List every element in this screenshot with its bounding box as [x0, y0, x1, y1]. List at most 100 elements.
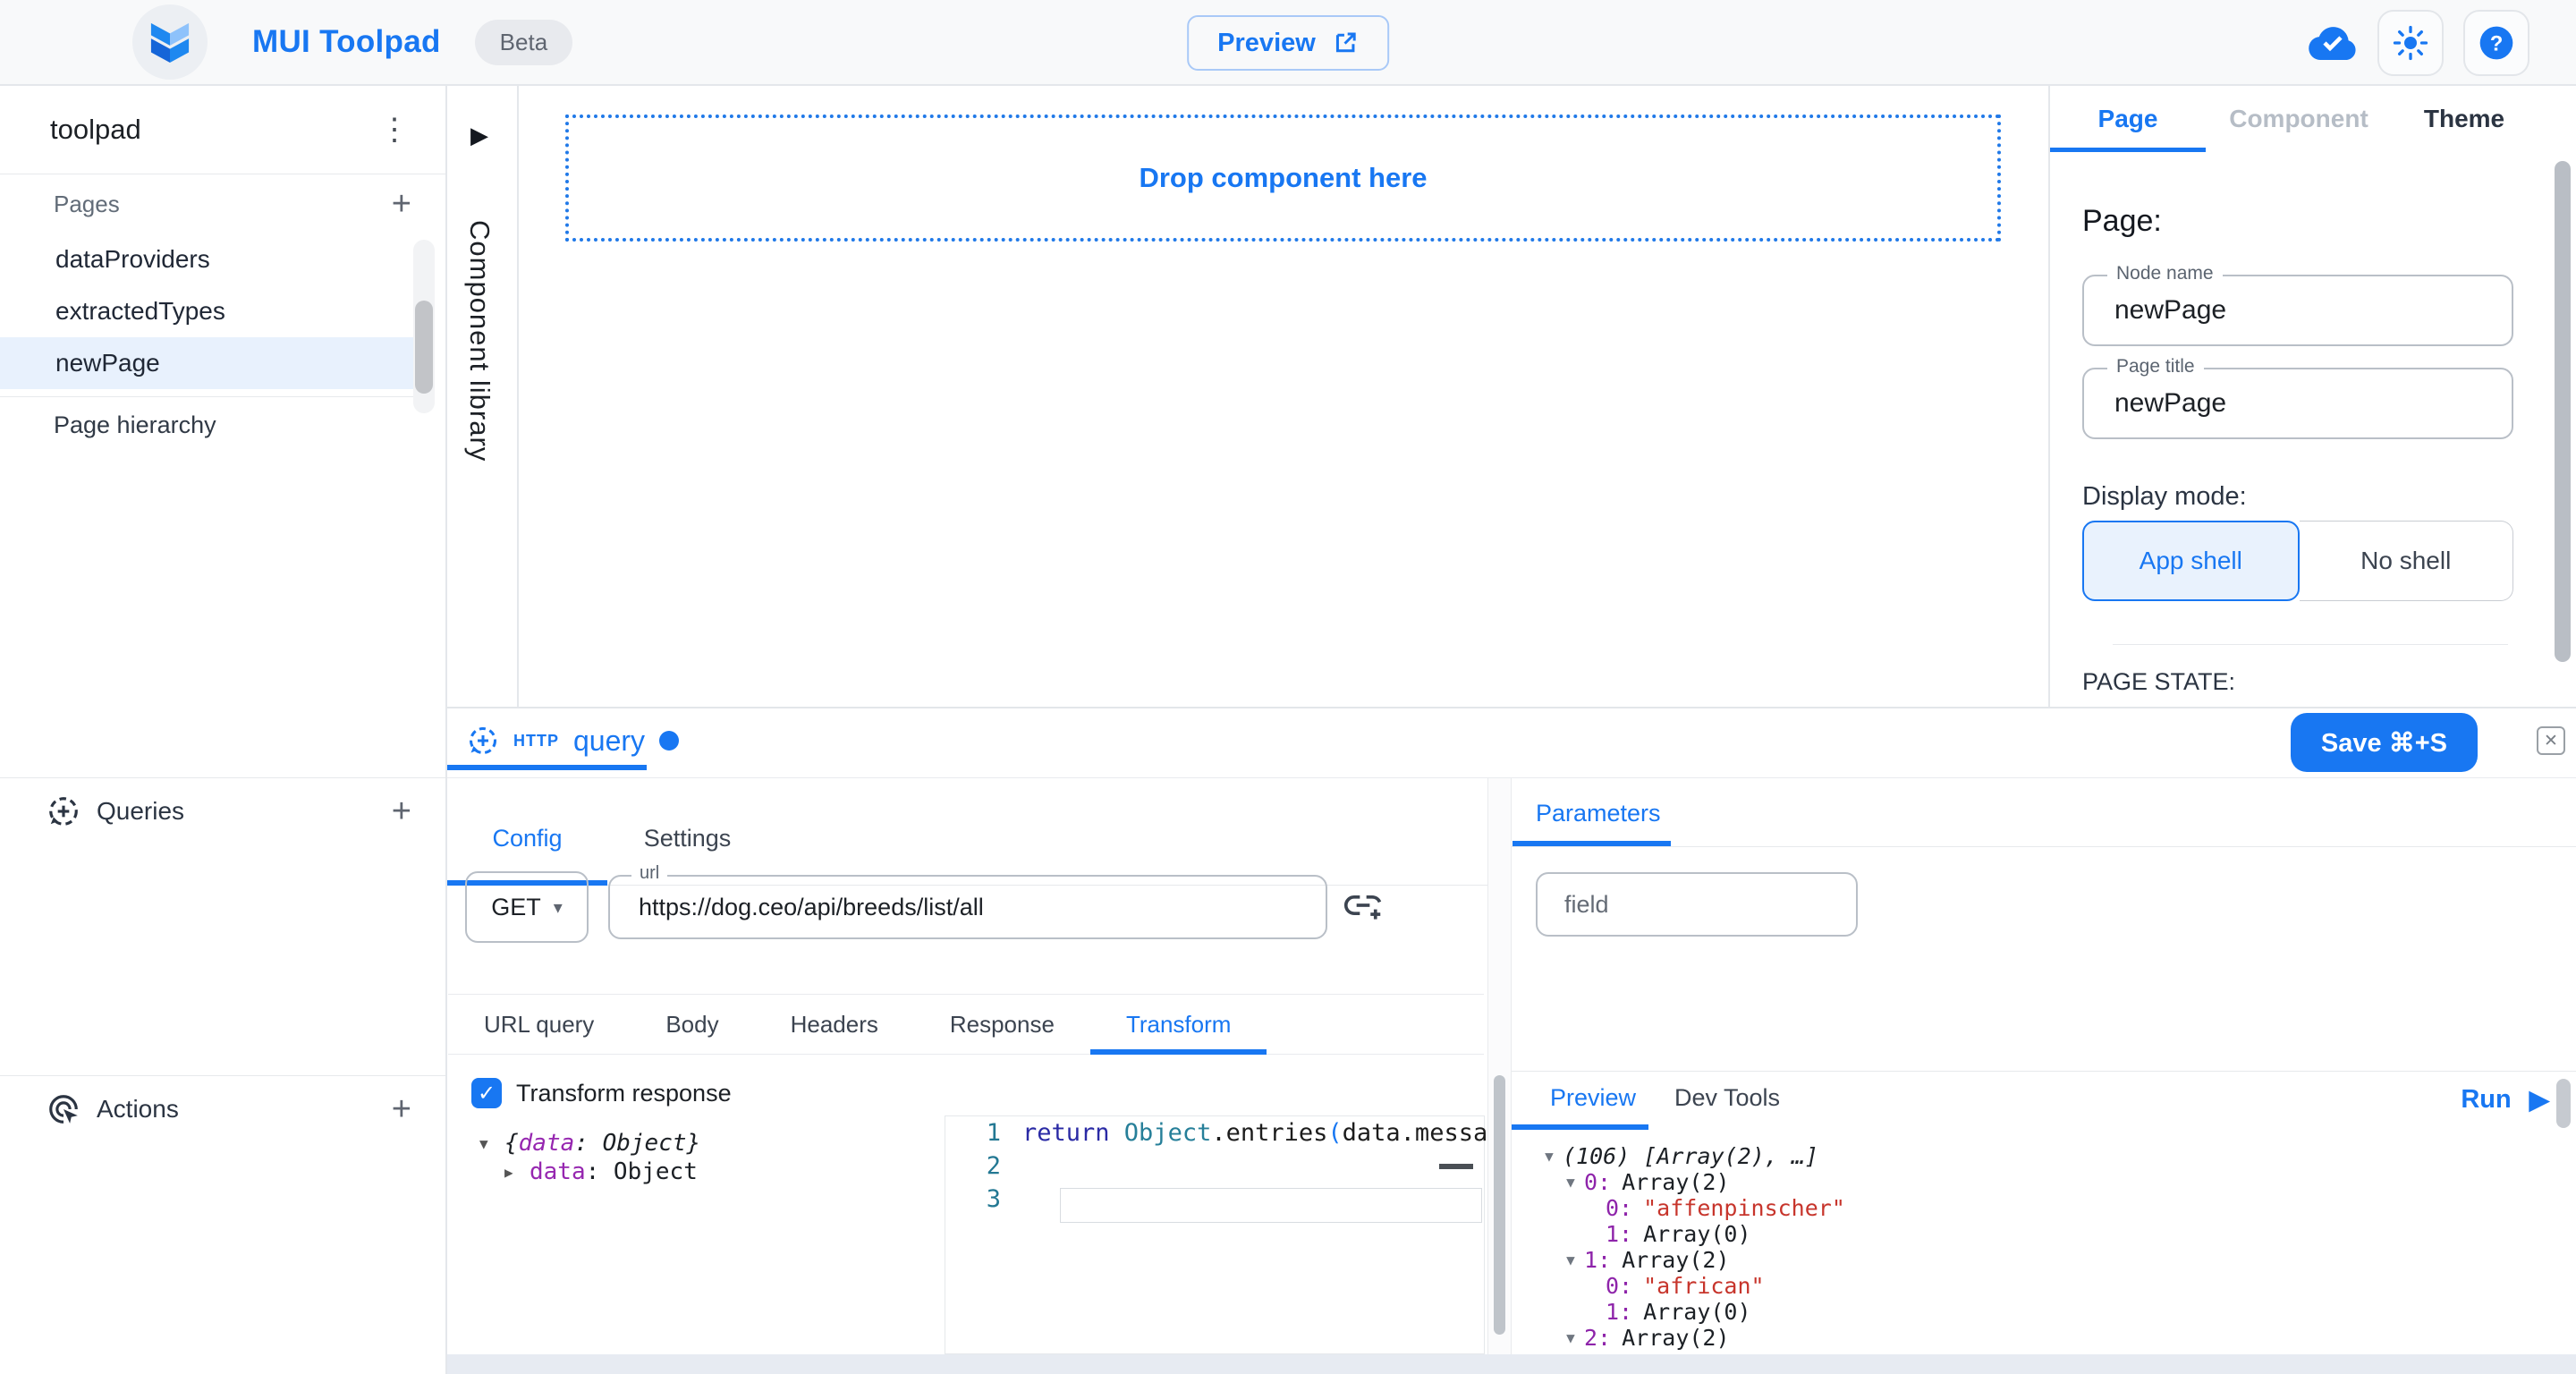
tree-expand-icon[interactable]: ▼ — [1557, 1329, 1584, 1346]
sidebar-item-dataproviders[interactable]: dataProviders — [0, 233, 429, 285]
url-value[interactable]: https://dog.ceo/api/breeds/list/all — [610, 877, 1326, 937]
tree-row[interactable]: 1:Array(0) — [1525, 1299, 1845, 1325]
tab-response[interactable]: Response — [914, 995, 1090, 1054]
tree-row[interactable]: ▼1:Array(2) — [1525, 1247, 1845, 1273]
sidebar-item-newpage[interactable]: newPage — [0, 337, 429, 389]
transform-code-editor[interactable]: 1 return Object.entries(data.messag 2 3 — [945, 1115, 1485, 1354]
preview-button-label: Preview — [1217, 29, 1316, 58]
tab-headers-label: Headers — [791, 1011, 878, 1039]
schema-brace: { — [504, 1130, 519, 1157]
url-field[interactable]: url https://dog.ceo/api/breeds/list/all — [608, 875, 1327, 939]
page-item-label: newPage — [55, 349, 160, 377]
app-title: MUI Toolpad — [252, 24, 441, 60]
tab-theme-label: Theme — [2424, 105, 2504, 133]
app-header: MUI Toolpad Beta Preview — [0, 0, 2576, 86]
save-button[interactable]: Save ⌘+S — [2291, 713, 2478, 772]
query-icon — [467, 725, 499, 757]
code-line-2[interactable]: 2 — [945, 1149, 1484, 1183]
code-fold-marker — [1439, 1164, 1473, 1169]
page-title-value[interactable]: newPage — [2084, 369, 2512, 437]
schema-value: : Object} — [574, 1130, 700, 1157]
theme-toggle-button[interactable] — [2377, 10, 2444, 76]
line-number: 2 — [945, 1152, 1022, 1180]
tree-collapse-icon[interactable]: ▶ — [504, 1164, 530, 1181]
tab-theme[interactable]: Theme — [2392, 86, 2537, 152]
schema-tree-row[interactable]: ▶ data: Object — [504, 1158, 700, 1186]
sidebar: toolpad ⋮ Pages + dataProviders extracte… — [0, 86, 447, 1374]
chevron-right-icon[interactable]: ▶ — [470, 122, 488, 149]
panel-divider-scrollbar[interactable] — [1487, 778, 1512, 1374]
code-keyword: return — [1022, 1119, 1124, 1147]
node-name-field[interactable]: Node name newPage — [2082, 275, 2513, 346]
pages-scrollbar[interactable] — [413, 240, 435, 413]
tree-row[interactable]: ▼(106) [Array(2), …] — [1525, 1143, 1845, 1169]
drop-zone-text: Drop component here — [1139, 162, 1427, 194]
tree-value: Array(2) — [1622, 1325, 1729, 1351]
close-icon: ✕ — [2544, 731, 2558, 751]
tab-config[interactable]: Config — [447, 778, 607, 886]
schema-tree-row[interactable]: ▼ {data: Object} — [479, 1129, 700, 1158]
tab-headers[interactable]: Headers — [755, 995, 914, 1054]
tree-value: (106) [Array(2), …] — [1563, 1143, 1818, 1169]
drop-zone[interactable]: Drop component here — [565, 114, 2001, 242]
code-line-1[interactable]: 1 return Object.entries(data.messag — [945, 1116, 1484, 1149]
tree-row[interactable]: ▼2:Array(2) — [1525, 1325, 1845, 1351]
preview-button[interactable]: Preview — [1187, 15, 1389, 71]
tree-expand-icon[interactable]: ▼ — [1557, 1174, 1584, 1191]
component-library-label: Component library — [463, 220, 496, 462]
canvas: ▶ Component library Drop component here — [447, 86, 2048, 707]
inspector-panel: Page Component Theme Page: Node name new… — [2048, 86, 2576, 707]
result-scrollbar-thumb[interactable] — [2556, 1079, 2571, 1128]
tree-expand-icon[interactable]: ▼ — [479, 1135, 504, 1152]
tab-transform[interactable]: Transform — [1090, 995, 1267, 1054]
tab-dev-tools[interactable]: Dev Tools — [1674, 1084, 1780, 1112]
tree-row[interactable]: 0:"african" — [1525, 1273, 1845, 1299]
tab-parameters[interactable]: Parameters — [1536, 800, 1661, 827]
app-shell-option[interactable]: App shell — [2082, 521, 2300, 601]
parameter-field-value: field — [1538, 874, 1856, 935]
sidebar-item-extractedtypes[interactable]: extractedTypes — [0, 285, 429, 337]
tree-expand-icon[interactable]: ▼ — [1536, 1148, 1563, 1165]
component-library-panel[interactable]: ▶ Component library — [447, 86, 519, 707]
tab-preview[interactable]: Preview — [1550, 1084, 1636, 1112]
url-label: url — [631, 863, 667, 884]
active-tab-underline — [2050, 148, 2206, 152]
help-button[interactable]: ? — [2463, 10, 2529, 76]
kebab-menu-icon[interactable]: ⋮ — [379, 114, 410, 145]
project-header: toolpad ⋮ — [0, 86, 445, 174]
add-query-button[interactable]: + — [392, 794, 411, 828]
scrollbar-thumb[interactable] — [1494, 1075, 1505, 1335]
add-action-button[interactable]: + — [392, 1092, 411, 1126]
transform-response-checkbox[interactable]: ✓ — [471, 1078, 502, 1108]
http-method-select[interactable]: GET ▾ — [465, 871, 589, 943]
queries-label: Queries — [97, 797, 184, 826]
bind-url-button[interactable] — [1343, 886, 1383, 929]
parameter-field-input[interactable]: field — [1536, 872, 1858, 937]
query-tab[interactable]: HTTP query — [447, 708, 699, 773]
tree-row[interactable]: ▼0:Array(2) — [1525, 1169, 1845, 1195]
page-title-field[interactable]: Page title newPage — [2082, 368, 2513, 439]
tree-row[interactable]: 1:Array(0) — [1525, 1221, 1845, 1247]
tab-page[interactable]: Page — [2050, 86, 2206, 152]
inspector-scrollbar[interactable] — [2555, 161, 2571, 662]
no-shell-option[interactable]: No shell — [2300, 521, 2514, 601]
tab-body[interactable]: Body — [630, 995, 754, 1054]
pages-scrollbar-thumb[interactable] — [415, 301, 433, 394]
tree-row[interactable]: 0:"affenpinscher" — [1525, 1195, 1845, 1221]
code-paren: ( — [1327, 1119, 1342, 1147]
tab-url-query[interactable]: URL query — [448, 995, 630, 1054]
help-icon: ? — [2477, 23, 2516, 63]
horizontal-scrollbar-track[interactable] — [447, 1354, 2576, 1374]
run-button[interactable]: Run ▶ — [2461, 1084, 2549, 1115]
actions-section-header: Actions + — [0, 1075, 445, 1141]
close-query-panel-button[interactable]: ✕ — [2537, 726, 2565, 755]
tree-expand-icon[interactable]: ▼ — [1557, 1251, 1584, 1268]
tab-dev-tools-label: Dev Tools — [1674, 1084, 1780, 1111]
config-settings-tabs: Config Settings — [447, 778, 1487, 886]
tab-page-label: Page — [2098, 105, 2158, 133]
page-hierarchy-item[interactable]: Page hierarchy — [0, 397, 445, 453]
tab-component[interactable]: Component — [2206, 86, 2392, 152]
add-page-button[interactable]: + — [392, 187, 411, 221]
node-name-value[interactable]: newPage — [2084, 276, 2512, 344]
tree-key: 0: — [1606, 1273, 1643, 1299]
